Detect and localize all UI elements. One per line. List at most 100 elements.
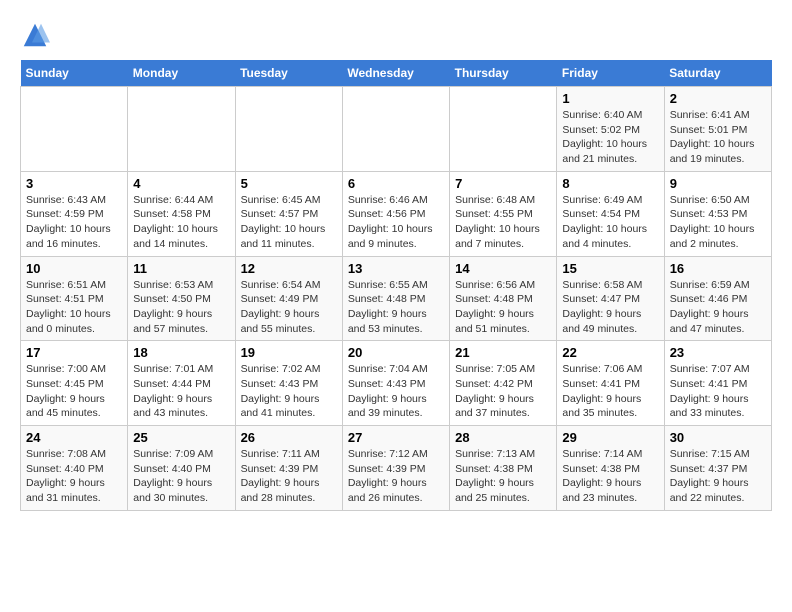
day-number: 16 [670,261,766,276]
calendar-cell [235,87,342,172]
day-info: Sunrise: 6:50 AM Sunset: 4:53 PM Dayligh… [670,193,766,252]
day-number: 12 [241,261,337,276]
weekday-row: SundayMondayTuesdayWednesdayThursdayFrid… [21,60,772,87]
logo-icon [20,20,50,50]
calendar-cell: 11Sunrise: 6:53 AM Sunset: 4:50 PM Dayli… [128,256,235,341]
logo [20,20,54,50]
day-info: Sunrise: 7:05 AM Sunset: 4:42 PM Dayligh… [455,362,551,421]
day-number: 28 [455,430,551,445]
calendar-cell: 24 Sunrise: 7:08 AM Sunset: 4:40 PM Dayli… [21,426,128,511]
calendar-cell: 2 Sunrise: 6:41 AM Sunset: 5:01 PM Daylig… [664,87,771,172]
day-number: 1 [562,91,658,106]
day-number: 30 [670,430,766,445]
day-info: Sunrise: 6:56 AM Sunset: 4:48 PM Dayligh… [455,278,551,337]
weekday-header: Friday [557,60,664,87]
day-info: Sunrise: 6:58 AM Sunset: 4:47 PM Dayligh… [562,278,658,337]
calendar-cell: 6 Sunrise: 6:46 AM Sunset: 4:56 PM Daylig… [342,171,449,256]
day-info: Sunrise: 7:09 AM Sunset: 4:40 PM Dayligh… [133,447,229,506]
day-info: Sunrise: 7:02 AM Sunset: 4:43 PM Dayligh… [241,362,337,421]
day-number: 27 [348,430,444,445]
calendar-week-row: 17 Sunrise: 7:00 AM Sunset: 4:45 PM Dayli… [21,341,772,426]
calendar-cell: 20 Sunrise: 7:04 AM Sunset: 4:43 PM Dayli… [342,341,449,426]
day-number: 26 [241,430,337,445]
day-number: 9 [670,176,766,191]
weekday-header: Monday [128,60,235,87]
day-number: 29 [562,430,658,445]
day-number: 25 [133,430,229,445]
calendar-cell: 18 Sunrise: 7:01 AM Sunset: 4:44 PM Dayli… [128,341,235,426]
day-number: 20 [348,345,444,360]
day-info: Sunrise: 6:54 AM Sunset: 4:49 PM Dayligh… [241,278,337,337]
calendar-cell: 5 Sunrise: 6:45 AM Sunset: 4:57 PM Daylig… [235,171,342,256]
day-info: Sunrise: 7:00 AM Sunset: 4:45 PM Dayligh… [26,362,122,421]
day-number: 19 [241,345,337,360]
day-info: Sunrise: 7:07 AM Sunset: 4:41 PM Dayligh… [670,362,766,421]
calendar-week-row: 24 Sunrise: 7:08 AM Sunset: 4:40 PM Dayli… [21,426,772,511]
day-number: 23 [670,345,766,360]
day-number: 13 [348,261,444,276]
day-info: Sunrise: 6:48 AM Sunset: 4:55 PM Dayligh… [455,193,551,252]
calendar-week-row: 10 Sunrise: 6:51 AM Sunset: 4:51 PM Dayli… [21,256,772,341]
calendar-cell: 28 Sunrise: 7:13 AM Sunset: 4:38 PM Dayli… [450,426,557,511]
calendar-cell: 22 Sunrise: 7:06 AM Sunset: 4:41 PM Dayli… [557,341,664,426]
day-number: 6 [348,176,444,191]
calendar-table: SundayMondayTuesdayWednesdayThursdayFrid… [20,60,772,511]
header [20,20,772,50]
day-number: 21 [455,345,551,360]
day-info: Sunrise: 7:15 AM Sunset: 4:37 PM Dayligh… [670,447,766,506]
calendar-body: 1 Sunrise: 6:40 AM Sunset: 5:02 PM Daylig… [21,87,772,511]
calendar-cell: 29 Sunrise: 7:14 AM Sunset: 4:38 PM Dayli… [557,426,664,511]
calendar-cell: 23 Sunrise: 7:07 AM Sunset: 4:41 PM Dayli… [664,341,771,426]
day-info: Sunrise: 6:55 AM Sunset: 4:48 PM Dayligh… [348,278,444,337]
day-number: 5 [241,176,337,191]
day-info: Sunrise: 6:40 AM Sunset: 5:02 PM Dayligh… [562,108,658,167]
day-info: Sunrise: 7:14 AM Sunset: 4:38 PM Dayligh… [562,447,658,506]
weekday-header: Wednesday [342,60,449,87]
day-number: 22 [562,345,658,360]
day-number: 17 [26,345,122,360]
calendar-week-row: 1 Sunrise: 6:40 AM Sunset: 5:02 PM Daylig… [21,87,772,172]
day-info: Sunrise: 6:49 AM Sunset: 4:54 PM Dayligh… [562,193,658,252]
calendar-cell: 25 Sunrise: 7:09 AM Sunset: 4:40 PM Dayli… [128,426,235,511]
calendar-cell [342,87,449,172]
day-info: Sunrise: 6:46 AM Sunset: 4:56 PM Dayligh… [348,193,444,252]
day-number: 24 [26,430,122,445]
weekday-header: Saturday [664,60,771,87]
day-number: 2 [670,91,766,106]
calendar-cell [21,87,128,172]
calendar-cell: 14Sunrise: 6:56 AM Sunset: 4:48 PM Dayli… [450,256,557,341]
calendar-cell: 27Sunrise: 7:12 AM Sunset: 4:39 PM Dayli… [342,426,449,511]
calendar-cell [450,87,557,172]
calendar-cell: 16 Sunrise: 6:59 AM Sunset: 4:46 PM Dayli… [664,256,771,341]
calendar-header: SundayMondayTuesdayWednesdayThursdayFrid… [21,60,772,87]
calendar-cell: 10 Sunrise: 6:51 AM Sunset: 4:51 PM Dayli… [21,256,128,341]
day-info: Sunrise: 7:01 AM Sunset: 4:44 PM Dayligh… [133,362,229,421]
day-info: Sunrise: 6:59 AM Sunset: 4:46 PM Dayligh… [670,278,766,337]
day-number: 18 [133,345,229,360]
day-info: Sunrise: 6:45 AM Sunset: 4:57 PM Dayligh… [241,193,337,252]
day-info: Sunrise: 7:06 AM Sunset: 4:41 PM Dayligh… [562,362,658,421]
calendar-cell: 1 Sunrise: 6:40 AM Sunset: 5:02 PM Daylig… [557,87,664,172]
weekday-header: Tuesday [235,60,342,87]
calendar-cell: 13 Sunrise: 6:55 AM Sunset: 4:48 PM Dayli… [342,256,449,341]
day-info: Sunrise: 7:08 AM Sunset: 4:40 PM Dayligh… [26,447,122,506]
calendar-cell: 7 Sunrise: 6:48 AM Sunset: 4:55 PM Daylig… [450,171,557,256]
weekday-header: Thursday [450,60,557,87]
calendar-cell: 8Sunrise: 6:49 AM Sunset: 4:54 PM Daylig… [557,171,664,256]
day-number: 15 [562,261,658,276]
day-info: Sunrise: 6:43 AM Sunset: 4:59 PM Dayligh… [26,193,122,252]
day-info: Sunrise: 7:04 AM Sunset: 4:43 PM Dayligh… [348,362,444,421]
day-number: 10 [26,261,122,276]
calendar-cell: 9 Sunrise: 6:50 AM Sunset: 4:53 PM Daylig… [664,171,771,256]
calendar-week-row: 3Sunrise: 6:43 AM Sunset: 4:59 PM Daylig… [21,171,772,256]
day-info: Sunrise: 7:13 AM Sunset: 4:38 PM Dayligh… [455,447,551,506]
calendar-cell [128,87,235,172]
day-number: 4 [133,176,229,191]
calendar-cell: 3Sunrise: 6:43 AM Sunset: 4:59 PM Daylig… [21,171,128,256]
day-number: 7 [455,176,551,191]
day-info: Sunrise: 6:41 AM Sunset: 5:01 PM Dayligh… [670,108,766,167]
calendar-cell: 19 Sunrise: 7:02 AM Sunset: 4:43 PM Dayli… [235,341,342,426]
day-info: Sunrise: 6:51 AM Sunset: 4:51 PM Dayligh… [26,278,122,337]
day-info: Sunrise: 6:53 AM Sunset: 4:50 PM Dayligh… [133,278,229,337]
calendar-cell: 17 Sunrise: 7:00 AM Sunset: 4:45 PM Dayli… [21,341,128,426]
